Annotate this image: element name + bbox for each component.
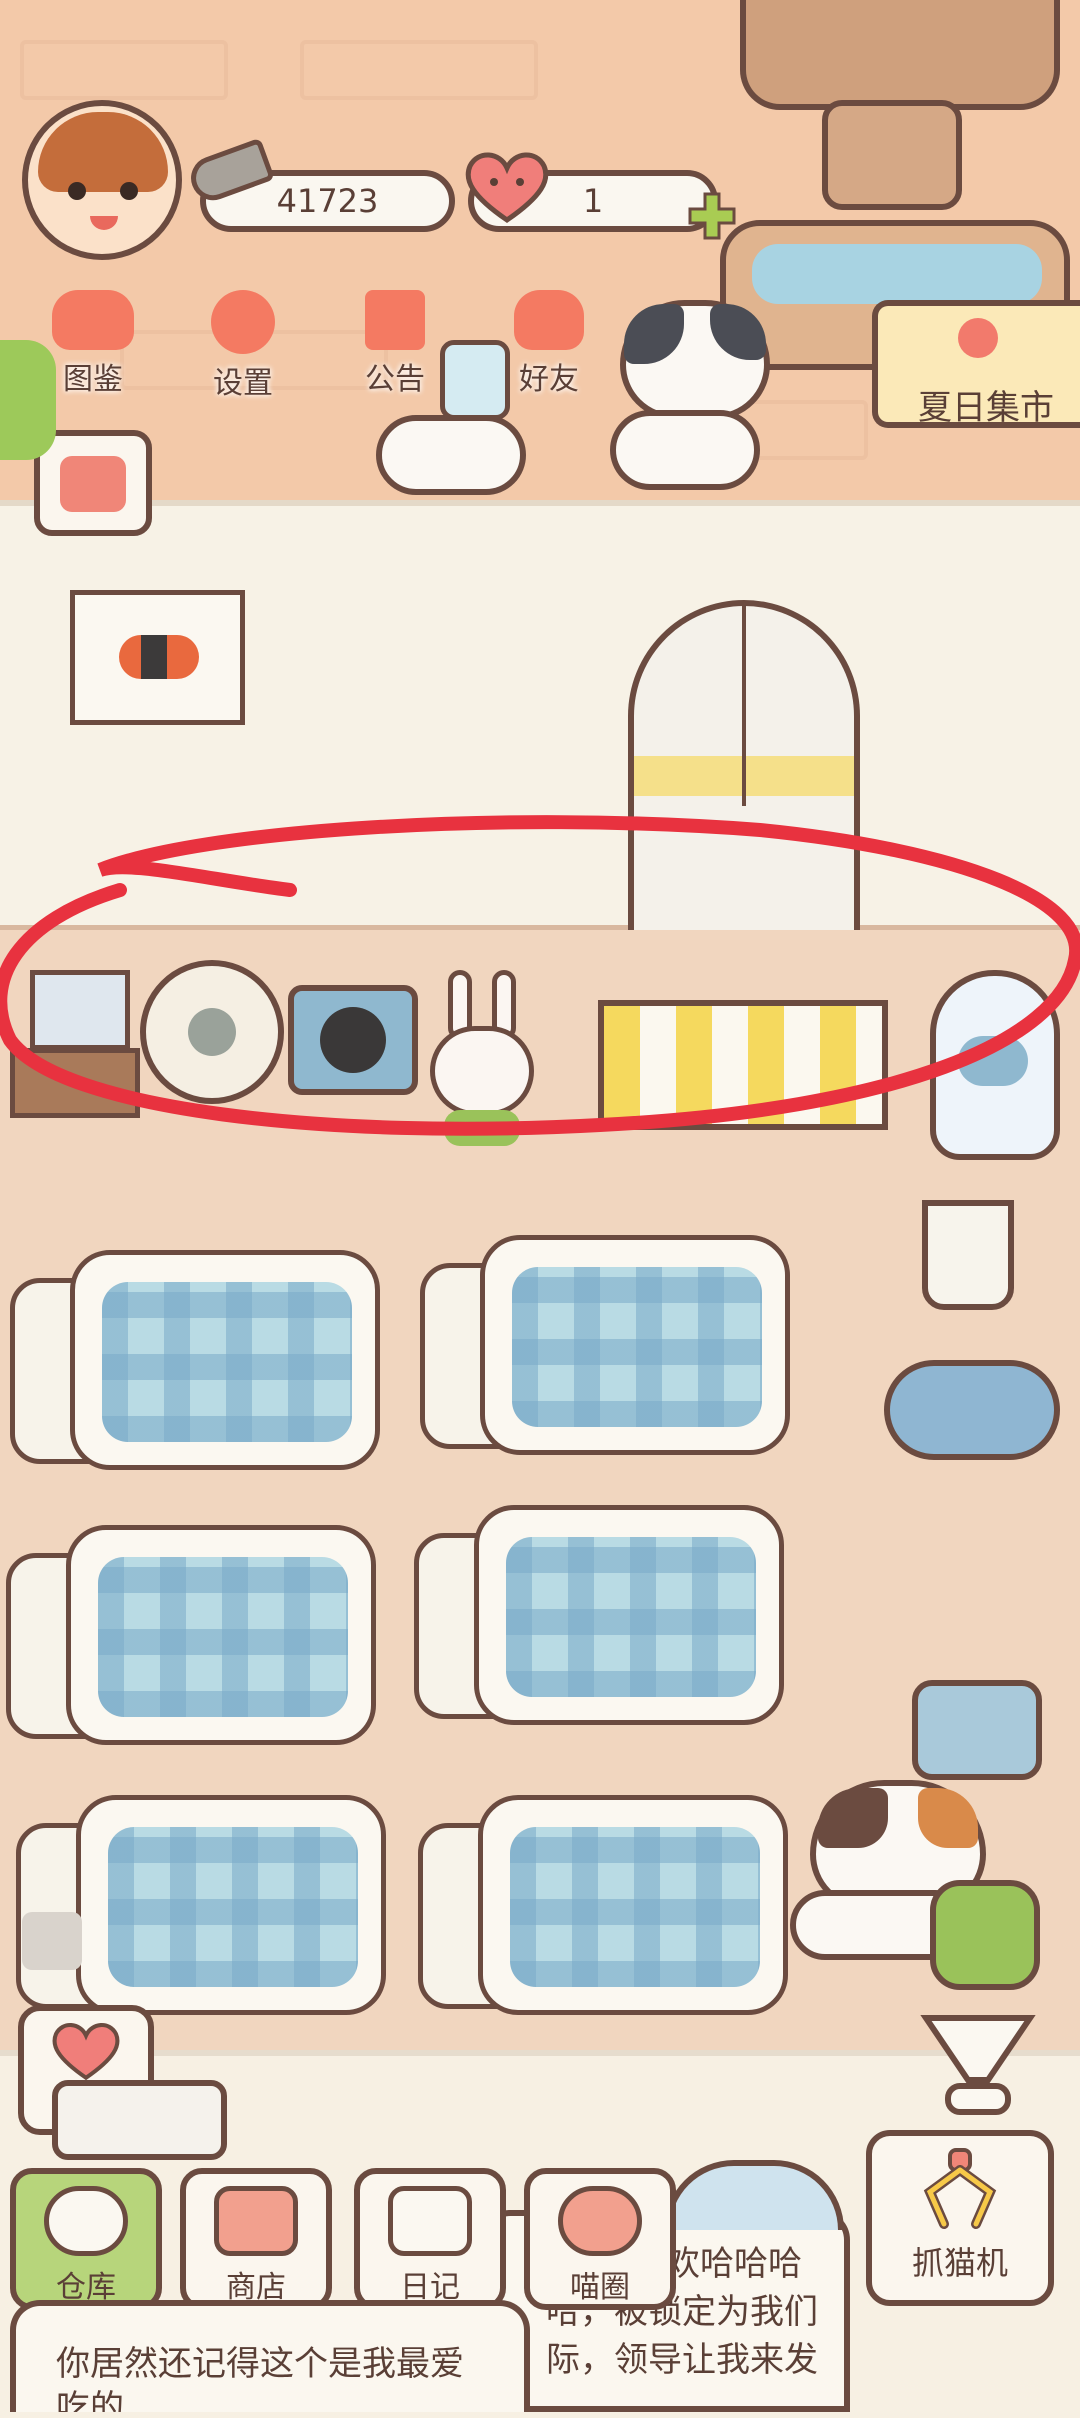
fish-count: 41723 <box>276 182 379 220</box>
plant-pot <box>0 340 56 460</box>
flower-icon <box>958 318 998 358</box>
wall-brick <box>20 40 228 100</box>
shop-icon <box>214 2186 298 2256</box>
space-heater <box>912 1680 1042 1780</box>
heart-icon <box>462 150 552 224</box>
diary-icon <box>388 2186 472 2256</box>
edit-room-button[interactable] <box>34 430 152 536</box>
nav-shop[interactable]: 商店 <box>180 2168 332 2310</box>
cat-head-icon <box>52 290 134 350</box>
nav-label: 喵圈 <box>570 2270 630 2305</box>
menu-label: 好友 <box>519 362 579 397</box>
gear-icon <box>211 290 275 354</box>
cat-bed[interactable] <box>418 1795 788 2025</box>
menu-button-announcement[interactable]: 公告 <box>330 284 460 404</box>
sushi-poster <box>70 590 245 725</box>
dialog-back-line3: 际，领导让我来发 <box>546 2340 818 2380</box>
cat-bed[interactable] <box>420 1235 790 1465</box>
dialog-back-line1: 欢哈哈哈 <box>666 2244 802 2284</box>
nav-storage[interactable]: 仓库 <box>10 2168 162 2310</box>
air-conditioner-unit <box>52 2080 227 2160</box>
friends-icon <box>514 290 584 350</box>
claw-machine-button[interactable]: 抓猫机 <box>866 2130 1054 2306</box>
storage-icon <box>44 2186 128 2256</box>
menu-label: 设置 <box>213 366 273 401</box>
wooden-barrel <box>740 0 1060 110</box>
pencil-icon <box>60 456 126 512</box>
dialog-bubble-front: 你居然还记得这个是我最爱吃的 <box>10 2300 530 2412</box>
nav-diary[interactable]: 日记 <box>354 2168 506 2310</box>
gift-icon <box>365 290 425 350</box>
cat-bed[interactable] <box>414 1505 784 1735</box>
menu-button-friends[interactable]: 好友 <box>484 284 614 404</box>
cat-grey-white[interactable] <box>600 300 780 490</box>
sunflower-scratch-post <box>930 1880 1040 1990</box>
event-banner-label: 夏日集市 <box>918 388 1054 428</box>
collapse-tab[interactable] <box>22 1912 82 1970</box>
annotation-loop <box>0 815 1080 1136</box>
funnel-toy <box>918 2010 1038 2120</box>
menu-label: 公告 <box>365 362 425 397</box>
player-avatar[interactable] <box>22 100 182 260</box>
umbrella-stand <box>922 1200 1014 1310</box>
plus-icon[interactable] <box>686 190 738 242</box>
cat-bed[interactable] <box>16 1795 386 2025</box>
rice-bucket <box>822 100 962 210</box>
heart-icon <box>52 2023 120 2081</box>
claw-icon <box>923 2148 997 2229</box>
heart-count: 1 <box>582 182 604 220</box>
menu-button-settings[interactable]: 设置 <box>178 284 308 404</box>
dialog-front-text: 你居然还记得这个是我最爱吃的 <box>56 2344 464 2412</box>
nav-cat-circle[interactable]: 喵圈 <box>524 2168 676 2310</box>
cat-bed[interactable] <box>10 1250 380 1480</box>
claw-machine-label: 抓猫机 <box>911 2244 1008 2282</box>
cat-bed[interactable] <box>6 1525 376 1755</box>
planet-cat-icon <box>558 2186 642 2256</box>
seal-plush[interactable] <box>376 415 526 495</box>
event-banner[interactable]: 夏日集市 <box>872 300 1080 428</box>
blue-cushion[interactable] <box>884 1360 1060 1460</box>
wall-brick <box>300 40 538 100</box>
